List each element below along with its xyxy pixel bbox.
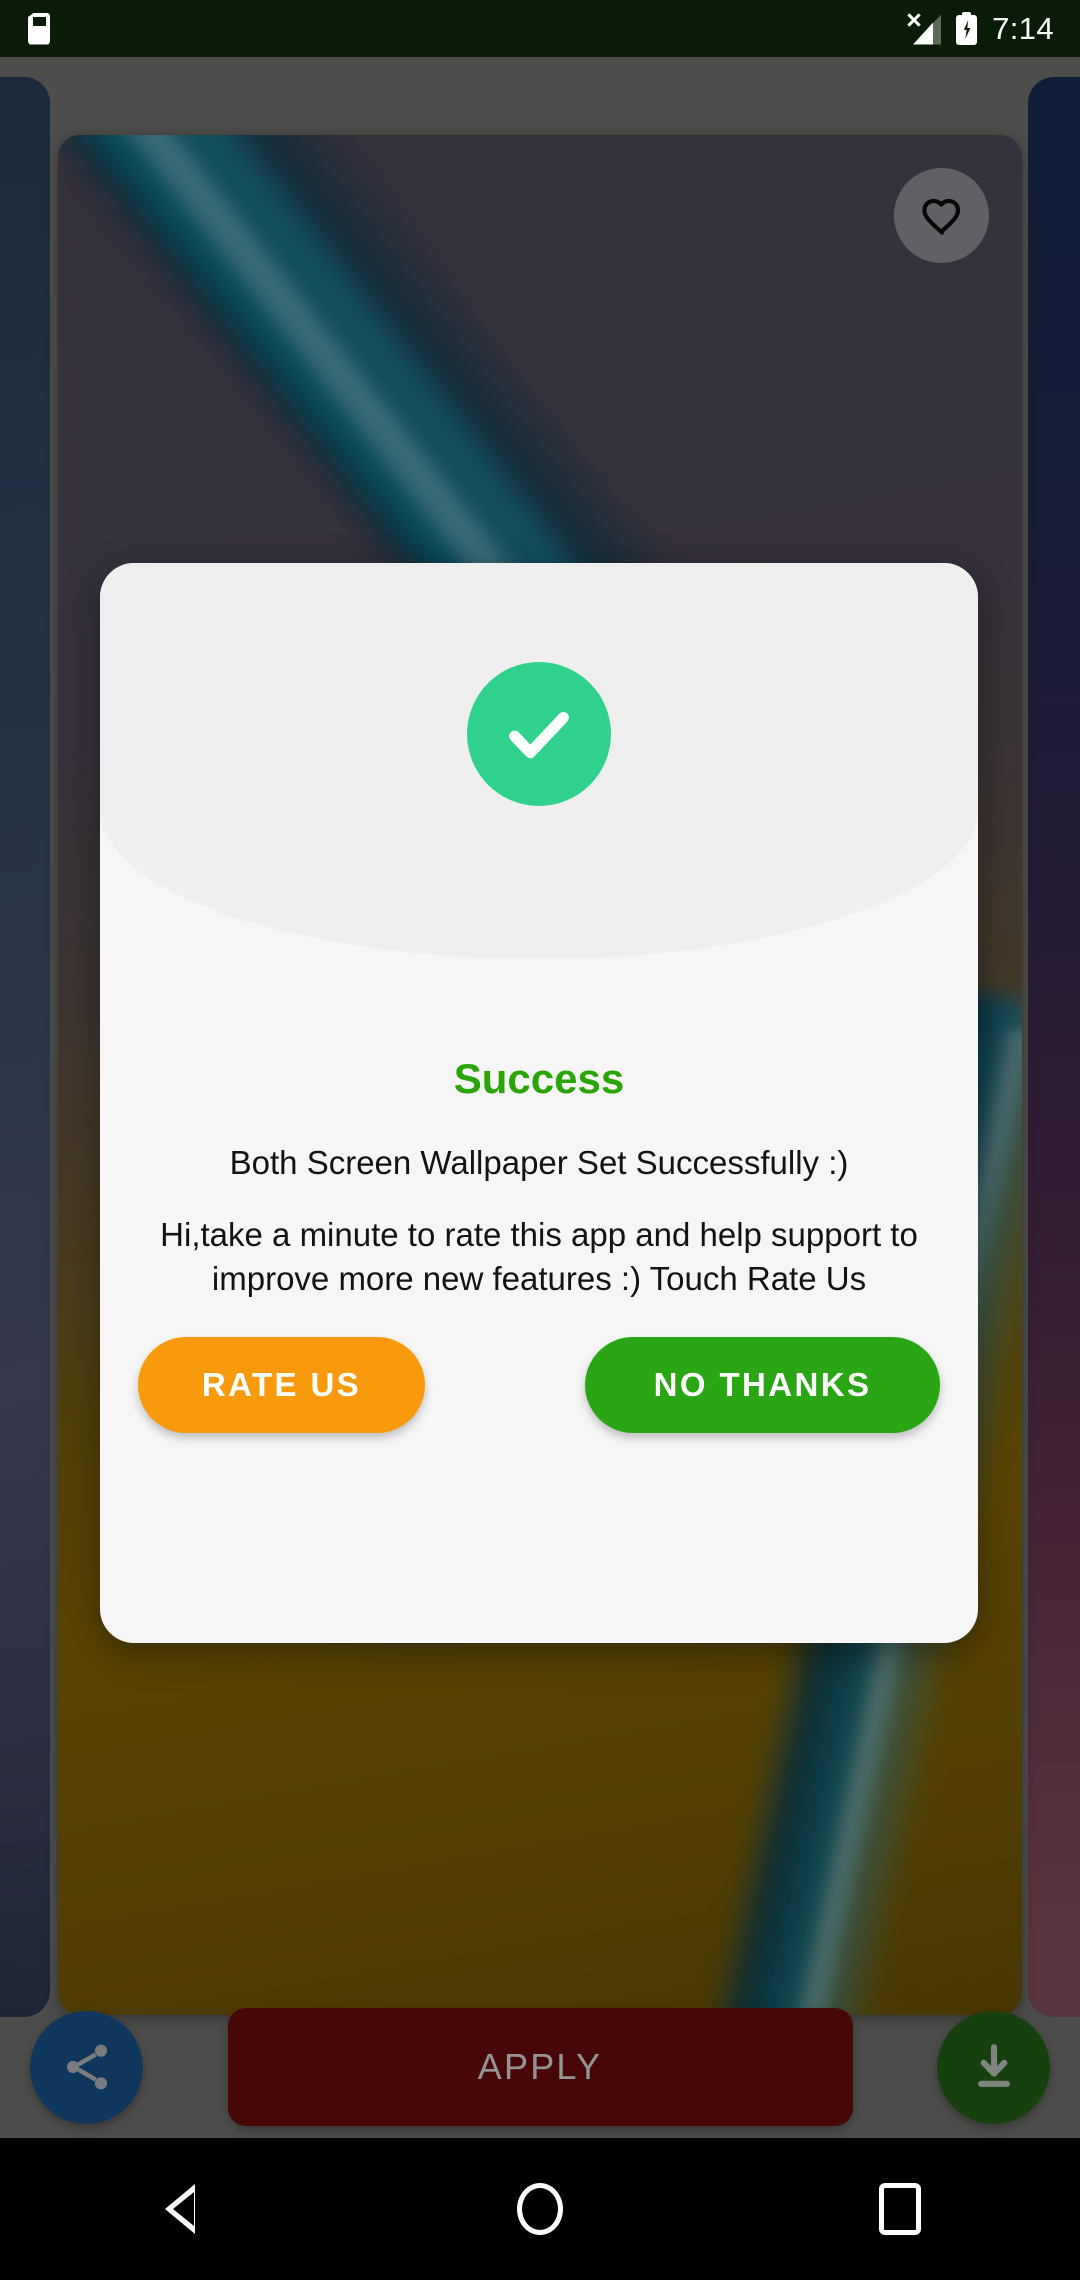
status-bar-clock: 7:14 xyxy=(992,10,1054,46)
success-dialog: Success Both Screen Wallpaper Set Succes… xyxy=(100,563,978,1643)
nav-back-button[interactable] xyxy=(100,2159,260,2259)
dialog-actions: RATE US NO THANKS xyxy=(100,1337,978,1434)
phone-screen: 7:14 APPLY Success Both Screen Wallpaper… xyxy=(0,0,1080,2280)
dialog-message: Both Screen Wallpaper Set Successfully :… xyxy=(229,1144,849,1181)
dialog-title: Success xyxy=(453,1055,625,1102)
status-bar-left xyxy=(28,13,50,45)
checkmark-icon xyxy=(509,711,569,759)
home-circle-icon xyxy=(517,2183,563,2235)
android-navigation-bar xyxy=(0,2138,1080,2280)
rate-us-button[interactable]: RATE US xyxy=(138,1337,425,1434)
status-bar-right: 7:14 xyxy=(905,11,1054,47)
signal-no-service-icon xyxy=(905,13,942,45)
back-triangle-icon xyxy=(165,2184,195,2234)
dialog-sub-message: Hi,take a minute to rate this app and he… xyxy=(160,1216,918,1297)
recents-square-icon xyxy=(879,2183,921,2235)
check-circle-icon xyxy=(467,662,611,806)
nav-home-button[interactable] xyxy=(460,2159,620,2259)
no-thanks-button[interactable]: NO THANKS xyxy=(585,1337,940,1434)
status-bar: 7:14 xyxy=(0,0,1080,57)
dialog-header xyxy=(100,563,978,959)
nav-recents-button[interactable] xyxy=(820,2159,980,2259)
sd-card-icon xyxy=(28,13,50,45)
battery-charging-icon xyxy=(956,12,978,45)
